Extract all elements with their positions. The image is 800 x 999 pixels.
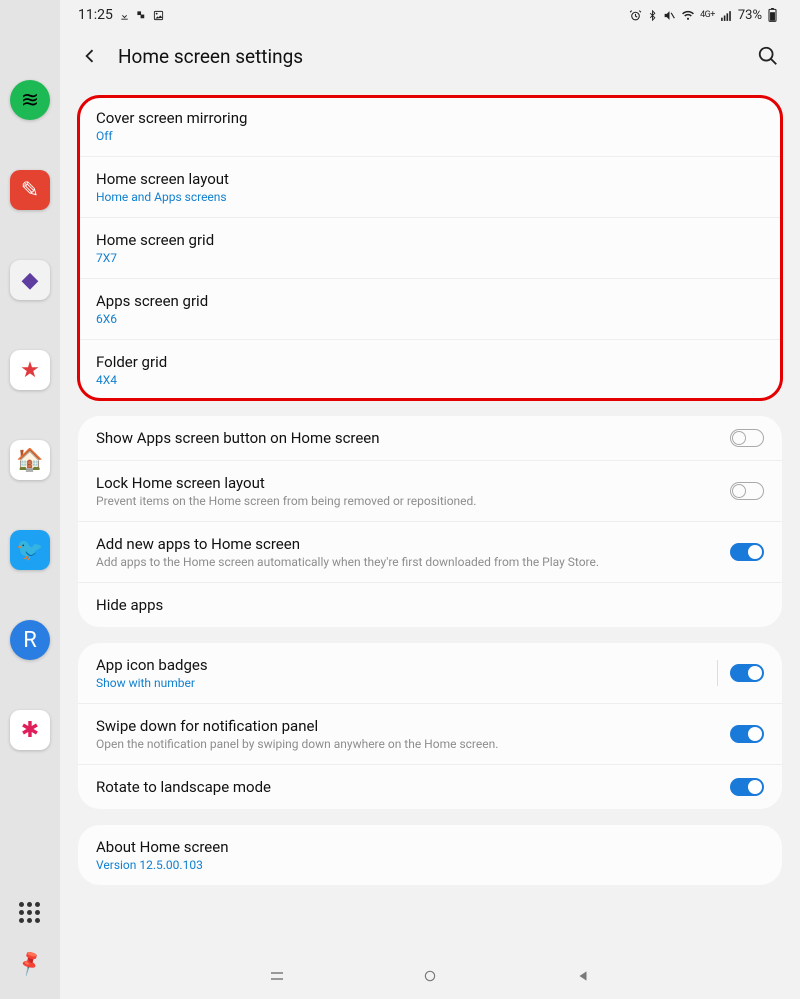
settings-row[interactable]: Home screen layout Home and Apps screens [78, 157, 782, 218]
row-title: Swipe down for notification panel [96, 717, 730, 735]
row-subtitle: 7X7 [96, 251, 764, 265]
settings-row[interactable]: Lock Home screen layout Prevent items on … [78, 461, 782, 522]
row-title: Apps screen grid [96, 292, 764, 310]
network-type: 4G+ [700, 10, 715, 20]
row-title: Show Apps screen button on Home screen [96, 429, 730, 447]
signal-icon [720, 9, 733, 22]
settings-card: Show Apps screen button on Home screen Lo… [78, 416, 782, 627]
settings-row[interactable]: Show Apps screen button on Home screen [78, 416, 782, 461]
settings-row[interactable]: Hide apps [78, 583, 782, 627]
toggle-switch[interactable] [730, 725, 764, 743]
settings-card: App icon badges Show with number Swipe dow… [78, 643, 782, 809]
page-title: Home screen settings [118, 45, 303, 68]
settings-card: About Home screen Version 12.5.00.103 [78, 825, 782, 885]
edge-app-todoist[interactable]: ✎ [10, 170, 50, 210]
mute-icon [663, 9, 676, 22]
settings-row[interactable]: Swipe down for notification panel Open th… [78, 704, 782, 765]
status-bar: 11:25 4G+ 73% [60, 0, 800, 30]
row-subtitle: 6X6 [96, 312, 764, 326]
settings-row[interactable]: App icon badges Show with number [78, 643, 782, 704]
main-panel: Home screen settings Cover screen mirror… [60, 30, 800, 999]
row-title: Rotate to landscape mode [96, 778, 730, 796]
row-title: About Home screen [96, 838, 764, 856]
edge-app-spotify[interactable]: ≋ [10, 80, 50, 120]
row-subtitle: 4X4 [96, 373, 764, 387]
pin-icon[interactable]: 📌 [15, 949, 45, 978]
row-title: Cover screen mirroring [96, 109, 764, 127]
download-icon [119, 10, 130, 21]
row-title: Home screen grid [96, 231, 764, 249]
screenshot-icon [136, 10, 147, 21]
back-button[interactable] [78, 44, 102, 68]
alarm-icon [629, 9, 642, 22]
settings-row[interactable]: Home screen grid 7X7 [78, 218, 782, 279]
recents-button[interactable] [265, 964, 289, 988]
row-subtitle: Off [96, 129, 764, 143]
status-time: 11:25 [78, 7, 113, 23]
row-subtitle: Version 12.5.00.103 [96, 858, 764, 872]
edge-app-home[interactable]: 🏠 [10, 440, 50, 480]
image-icon [153, 10, 164, 21]
edge-app-slack[interactable]: ✱ [10, 710, 50, 750]
edge-app-espn[interactable]: ★ [10, 350, 50, 390]
settings-row[interactable]: Add new apps to Home screen Add apps to t… [78, 522, 782, 583]
system-nav-bar [60, 959, 800, 999]
bluetooth-icon [647, 9, 658, 22]
home-button[interactable] [418, 964, 442, 988]
toggle-switch[interactable] [730, 482, 764, 500]
row-title: Hide apps [96, 596, 764, 614]
edge-panel: ≋ ✎ ◆ ★ 🏠 🐦 R ✱ 📌 [0, 0, 60, 999]
toggle-switch[interactable] [730, 429, 764, 447]
settings-row[interactable]: Cover screen mirroring Off [78, 96, 782, 157]
battery-icon [767, 8, 778, 22]
edge-app-twitter[interactable]: 🐦 [10, 530, 50, 570]
row-description: Prevent items on the Home screen from be… [96, 494, 730, 508]
row-subtitle: Show with number [96, 676, 717, 690]
row-description: Add apps to the Home screen automaticall… [96, 555, 730, 569]
row-title: App icon badges [96, 656, 717, 674]
row-subtitle: Home and Apps screens [96, 190, 764, 204]
back-nav-button[interactable] [571, 964, 595, 988]
settings-card: Cover screen mirroring Off Home screen lay… [78, 96, 782, 400]
search-button[interactable] [754, 42, 782, 70]
row-description: Open the notification panel by swiping d… [96, 737, 730, 751]
settings-content: Cover screen mirroring Off Home screen lay… [60, 82, 800, 999]
battery-percent: 73% [738, 8, 762, 23]
edge-app-obsidian[interactable]: ◆ [10, 260, 50, 300]
wifi-icon [681, 9, 695, 22]
row-title: Add new apps to Home screen [96, 535, 730, 553]
settings-row[interactable]: Folder grid 4X4 [78, 340, 782, 400]
toggle-switch[interactable] [730, 664, 764, 682]
settings-row[interactable]: Apps screen grid 6X6 [78, 279, 782, 340]
header: Home screen settings [60, 30, 800, 82]
row-title: Home screen layout [96, 170, 764, 188]
row-title: Folder grid [96, 353, 764, 371]
settings-row[interactable]: Rotate to landscape mode [78, 765, 782, 809]
row-title: Lock Home screen layout [96, 474, 730, 492]
apps-drawer-icon[interactable] [19, 902, 40, 923]
toggle-switch[interactable] [730, 543, 764, 561]
settings-row[interactable]: About Home screen Version 12.5.00.103 [78, 825, 782, 885]
toggle-switch[interactable] [730, 778, 764, 796]
edge-app-r-app[interactable]: R [10, 620, 50, 660]
